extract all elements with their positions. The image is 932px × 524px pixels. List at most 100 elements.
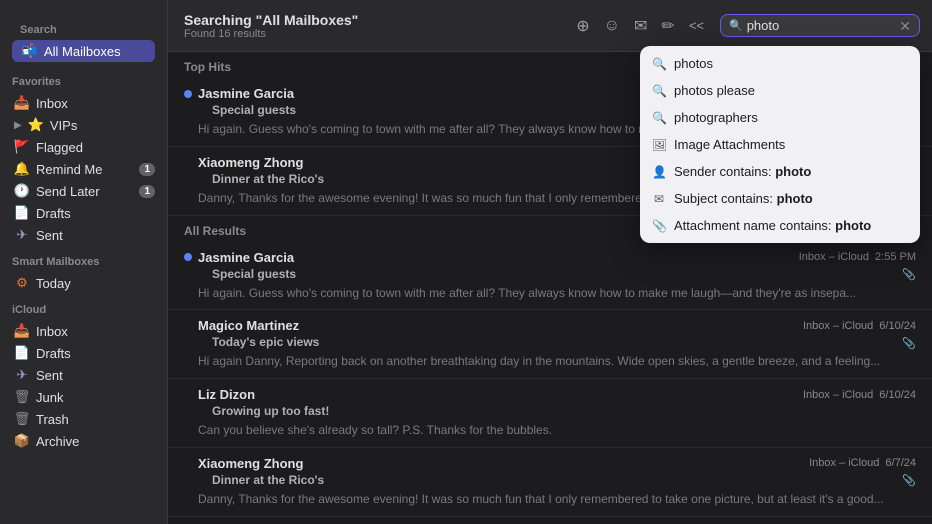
dropdown-item-subject-photo[interactable]: ✉ Subject contains: photo bbox=[640, 185, 920, 212]
email-subject: Special guests bbox=[212, 267, 296, 281]
sidebar-item-icloud-archive[interactable]: 📦 Archive bbox=[4, 430, 163, 452]
sidebar-item-send-later[interactable]: 🕐 Send Later 1 bbox=[4, 180, 163, 202]
table-row[interactable]: Jasmine Garcia Trash – iCloud 6/6/24 bbox=[168, 517, 932, 524]
emoji-icon[interactable]: ☺ bbox=[604, 17, 620, 35]
sidebar-item-sent[interactable]: ✈ Sent bbox=[4, 224, 163, 246]
dropdown-item-attachment-photo[interactable]: 📎 Attachment name contains: photo bbox=[640, 212, 920, 239]
search-icon: 🔍 bbox=[729, 19, 743, 32]
sidebar-item-icloud-inbox[interactable]: 📥 Inbox bbox=[4, 320, 163, 342]
dropdown-item-image-attachments[interactable]: 🖼 Image Attachments bbox=[640, 131, 920, 158]
icloud-sent-icon: ✈ bbox=[14, 367, 30, 383]
add-to-mailbox-icon[interactable]: ⊕ bbox=[576, 16, 589, 36]
search-suggestion-icon-2: 🔍 bbox=[652, 84, 666, 98]
sidebar-item-vips[interactable]: ▶ ⭐ VIPs bbox=[4, 114, 163, 136]
read-indicator bbox=[184, 391, 192, 399]
smart-mailboxes-label: Smart Mailboxes bbox=[0, 246, 167, 272]
icloud-junk-icon: 🗑 bbox=[14, 389, 30, 405]
main-content: Searching "All Mailboxes" Found 16 resul… bbox=[168, 0, 932, 524]
table-row[interactable]: Xiaomeng Zhong Inbox – iCloud 6/7/24 Din… bbox=[168, 448, 932, 517]
icloud-inbox-icon: 📥 bbox=[14, 323, 30, 339]
email-subject: Special guests bbox=[212, 103, 296, 117]
email-subject-line: Growing up too fast! bbox=[198, 404, 916, 420]
new-mail-icon[interactable]: ✉ bbox=[634, 16, 647, 36]
email-header: Magico Martinez Inbox – iCloud 6/10/24 bbox=[184, 318, 916, 333]
search-bar[interactable]: 🔍 ✕ bbox=[720, 14, 920, 37]
search-suggestion-icon: 🔍 bbox=[652, 57, 666, 71]
email-time: 6/10/24 bbox=[879, 389, 916, 401]
icloud-trash-label: Trash bbox=[36, 412, 155, 427]
sidebar-item-today[interactable]: ⚙ Today bbox=[4, 272, 163, 294]
dropdown-text-subject-photo: Subject contains: photo bbox=[674, 191, 908, 206]
dropdown-item-sender-photo[interactable]: 👤 Sender contains: photo bbox=[640, 158, 920, 185]
dropdown-text-sender-photo: Sender contains: photo bbox=[674, 164, 908, 179]
inbox-icon: 📥 bbox=[14, 95, 30, 111]
dropdown-item-photos[interactable]: 🔍 photos bbox=[640, 50, 920, 77]
email-preview: Hi again Danny, Reporting back on anothe… bbox=[198, 353, 916, 370]
read-indicator bbox=[184, 322, 192, 330]
toolbar-subtitle: Found 16 results bbox=[184, 28, 568, 40]
icloud-drafts-label: Drafts bbox=[36, 346, 155, 361]
email-sender: Xiaomeng Zhong bbox=[198, 456, 803, 471]
sidebar-item-drafts[interactable]: 📄 Drafts bbox=[4, 202, 163, 224]
sidebar-item-icloud-junk[interactable]: 🗑 Junk bbox=[4, 386, 163, 408]
email-header: Liz Dizon Inbox – iCloud 6/10/24 bbox=[184, 387, 916, 402]
vip-label: VIPs bbox=[50, 118, 77, 133]
dropdown-text-image-attachments: Image Attachments bbox=[674, 137, 908, 152]
icloud-label: iCloud bbox=[0, 294, 167, 320]
inbox-label: Inbox bbox=[36, 96, 155, 111]
all-mailboxes-item[interactable]: 📬 All Mailboxes bbox=[12, 40, 155, 62]
dropdown-text-photos: photos bbox=[674, 56, 908, 71]
remind-label: Remind Me bbox=[36, 162, 133, 177]
sidebar-item-icloud-sent[interactable]: ✈ Sent bbox=[4, 364, 163, 386]
table-row[interactable]: Jasmine Garcia Inbox – iCloud 2:55 PM Sp… bbox=[168, 242, 932, 311]
sidebar-item-icloud-drafts[interactable]: 📄 Drafts bbox=[4, 342, 163, 364]
dropdown-item-photos-please[interactable]: 🔍 photos please bbox=[640, 77, 920, 104]
sidebar-item-inbox[interactable]: 📥 Inbox bbox=[4, 92, 163, 114]
favorites-label: Favorites bbox=[0, 66, 167, 92]
icloud-drafts-icon: 📄 bbox=[14, 345, 30, 361]
email-preview: Danny, Thanks for the awesome evening! I… bbox=[198, 491, 916, 508]
today-icon: ⚙ bbox=[14, 275, 30, 291]
email-time: 6/7/24 bbox=[885, 457, 916, 469]
toolbar-title-area: Searching "All Mailboxes" Found 16 resul… bbox=[180, 12, 568, 40]
unread-indicator bbox=[184, 253, 192, 261]
sidebar-item-remind-me[interactable]: 🔔 Remind Me 1 bbox=[4, 158, 163, 180]
sidebar: Search 📬 All Mailboxes Favorites 📥 Inbox… bbox=[0, 0, 168, 524]
drafts-icon: 📄 bbox=[14, 205, 30, 221]
unread-indicator bbox=[184, 90, 192, 98]
icloud-sent-label: Sent bbox=[36, 368, 155, 383]
email-mailbox: Inbox – iCloud bbox=[803, 320, 873, 332]
send-later-label: Send Later bbox=[36, 184, 133, 199]
search-input[interactable] bbox=[747, 18, 896, 33]
sidebar-item-icloud-trash[interactable]: 🗑 Trash bbox=[4, 408, 163, 430]
sidebar-item-flagged[interactable]: 🚩 Flagged bbox=[4, 136, 163, 158]
toolbar-title: Searching "All Mailboxes" bbox=[184, 12, 568, 28]
flagged-label: Flagged bbox=[36, 140, 155, 155]
expand-icon[interactable]: << bbox=[689, 18, 704, 33]
email-sender: Jasmine Garcia bbox=[198, 250, 793, 265]
email-time: 6/10/24 bbox=[879, 320, 916, 332]
attachment-icon: 📎 bbox=[902, 474, 916, 487]
email-header: Jasmine Garcia Inbox – iCloud 2:55 PM bbox=[184, 250, 916, 265]
flagged-icon: 🚩 bbox=[14, 139, 30, 155]
search-label: Search bbox=[8, 14, 159, 40]
email-preview: Can you believe she's already so tall? P… bbox=[198, 422, 916, 439]
email-sender: Liz Dizon bbox=[198, 387, 797, 402]
subject-icon: ✉ bbox=[652, 192, 666, 206]
sender-icon: 👤 bbox=[652, 165, 666, 179]
table-row[interactable]: Magico Martinez Inbox – iCloud 6/10/24 T… bbox=[168, 310, 932, 379]
icloud-archive-label: Archive bbox=[36, 434, 155, 449]
clear-search-button[interactable]: ✕ bbox=[899, 19, 911, 33]
send-later-icon: 🕐 bbox=[14, 183, 30, 199]
email-preview: Hi again. Guess who's coming to town wit… bbox=[198, 285, 916, 302]
table-row[interactable]: Liz Dizon Inbox – iCloud 6/10/24 Growing… bbox=[168, 379, 932, 448]
dropdown-text-attachment-photo: Attachment name contains: photo bbox=[674, 218, 908, 233]
email-subject: Dinner at the Rico's bbox=[212, 473, 324, 487]
remind-icon: 🔔 bbox=[14, 161, 30, 177]
search-bar-container: 🔍 ✕ 🔍 photos 🔍 photos please 🔍 photograp… bbox=[720, 14, 920, 37]
attachment-name-icon: 📎 bbox=[652, 219, 666, 233]
compose-icon[interactable]: ✏ bbox=[661, 16, 674, 36]
attachment-icon: 📎 bbox=[902, 337, 916, 350]
read-indicator bbox=[184, 158, 192, 166]
dropdown-item-photographers[interactable]: 🔍 photographers bbox=[640, 104, 920, 131]
